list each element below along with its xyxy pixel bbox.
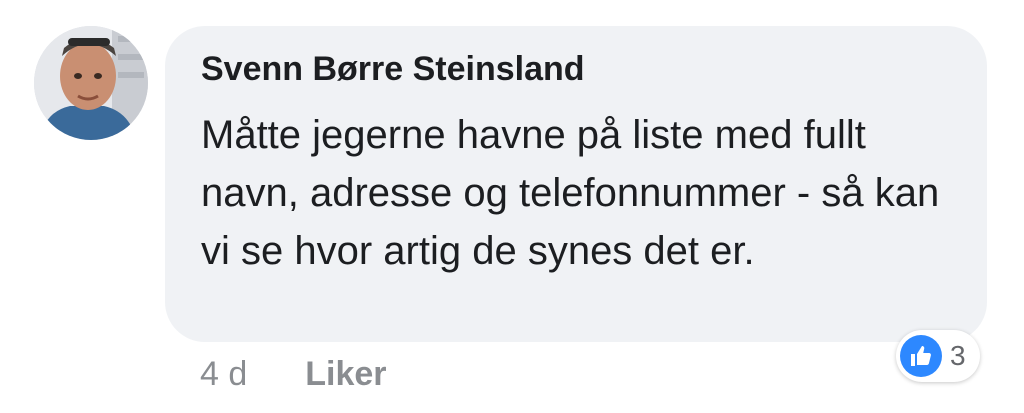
comment-author[interactable]: Svenn Børre Steinsland [201, 49, 585, 89]
comment-text: Måtte jegerne havne på liste med fullt n… [201, 113, 940, 273]
comment-actions: 4 d Liker [200, 352, 387, 396]
thumbs-up-icon [900, 335, 942, 377]
reaction-count: 3 [950, 340, 966, 371]
profile-photo [34, 26, 148, 140]
comment-timestamp[interactable]: 4 d [200, 355, 247, 394]
reaction-summary[interactable]: 3 [896, 330, 980, 382]
comment-bubble: Svenn Børre Steinsland Måtte jegerne hav… [165, 26, 987, 342]
comment-container: Svenn Børre Steinsland Måtte jegerne hav… [0, 0, 1024, 413]
avatar[interactable] [34, 26, 148, 140]
like-button[interactable]: Liker [305, 355, 386, 394]
